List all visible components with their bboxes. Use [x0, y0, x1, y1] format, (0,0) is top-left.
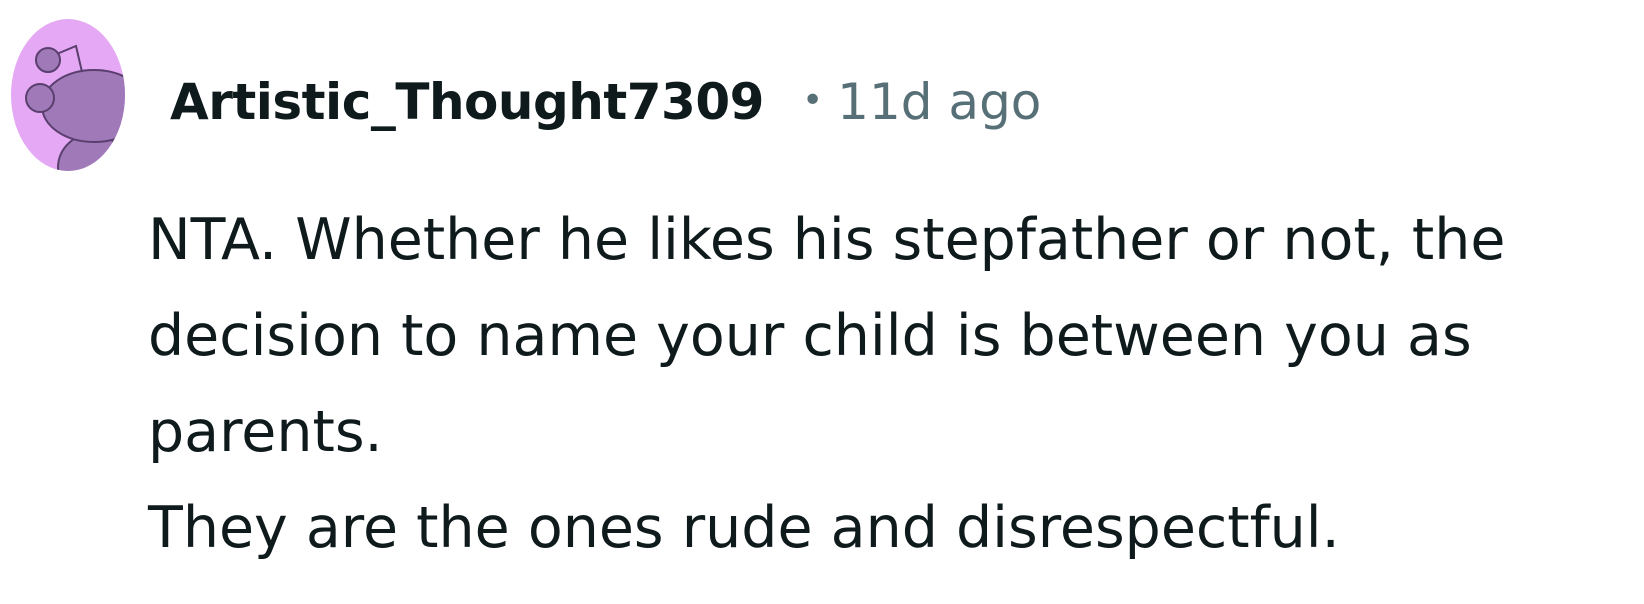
- comment-body: NTA. Whether he likes his stepfather or …: [148, 192, 1628, 576]
- comment-paragraph: They are the ones rude and disrespectful…: [148, 495, 1340, 561]
- comment: Artistic_Thought7309 • 11d ago NTA. Whet…: [0, 0, 1644, 604]
- avatar[interactable]: [10, 18, 130, 173]
- separator-dot: •: [801, 79, 824, 121]
- comment-meta: Artistic_Thought7309 • 11d ago: [170, 66, 1041, 138]
- comment-timestamp[interactable]: 11d ago: [837, 73, 1041, 131]
- reddit-snoo-avatar-icon: [11, 19, 125, 171]
- author-username[interactable]: Artistic_Thought7309: [170, 73, 764, 131]
- comment-paragraph: NTA. Whether he likes his stepfather or …: [148, 207, 1524, 465]
